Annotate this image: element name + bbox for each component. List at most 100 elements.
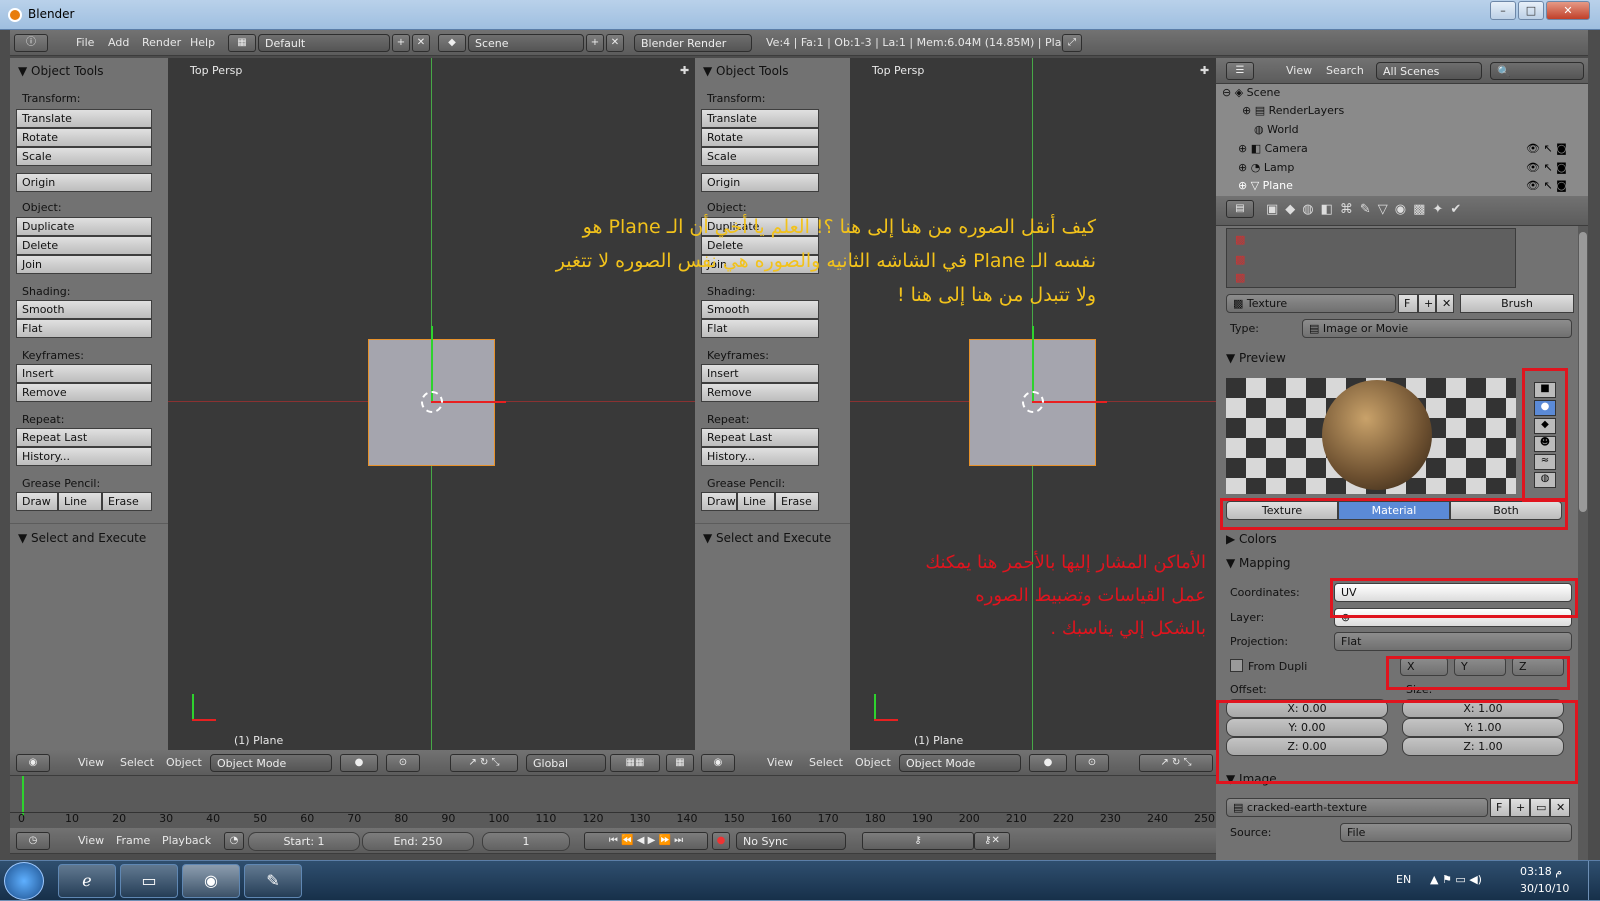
file-explorer-icon[interactable]: ▭: [120, 864, 178, 898]
orientation-dropdown[interactable]: Global: [526, 754, 606, 772]
select-execute-title[interactable]: ▼ Select and Execute: [703, 531, 831, 545]
editor-type-icon[interactable]: ◉: [16, 754, 50, 772]
tools-title[interactable]: ▼ Object Tools: [18, 64, 104, 78]
editor-type-icon[interactable]: ⓘ: [14, 34, 48, 52]
menu-help[interactable]: Help: [190, 36, 215, 49]
from-dupli-checkbox[interactable]: [1230, 659, 1243, 672]
menu-file[interactable]: File: [76, 36, 94, 49]
manipulator-y-arrow[interactable]: [1032, 326, 1034, 401]
outliner-search-input[interactable]: 🔍: [1490, 62, 1584, 80]
translate-button[interactable]: Translate: [16, 109, 152, 128]
playback-controls[interactable]: ⏮ ⏪ ◀ ▶ ⏩ ⏭: [584, 832, 708, 850]
scrollbar-thumb[interactable]: [1579, 232, 1587, 512]
projection-dropdown[interactable]: Flat: [1334, 632, 1572, 651]
mapping-section[interactable]: ▼ Mapping: [1226, 556, 1291, 570]
rotate-button[interactable]: Rotate: [701, 128, 819, 147]
scale-button[interactable]: Scale: [16, 147, 152, 166]
editor-type-icon[interactable]: ◉: [701, 754, 735, 772]
screen-layout-field[interactable]: Default: [258, 34, 390, 52]
clock-date[interactable]: 30/10/10: [1520, 882, 1569, 895]
outliner-item-scene[interactable]: ⊖ ◈ Scene: [1222, 86, 1280, 99]
texture-slot-list[interactable]: ▩ ▩ ▩: [1226, 228, 1516, 288]
shading-dropdown[interactable]: ●: [340, 754, 378, 772]
internet-explorer-icon[interactable]: ℯ: [58, 864, 116, 898]
select-execute-title[interactable]: ▼ Select and Execute: [18, 531, 146, 545]
delete-button[interactable]: Delete: [16, 236, 152, 255]
scene-icon[interactable]: ◆: [438, 34, 466, 52]
view-menu[interactable]: View: [78, 756, 104, 769]
record-icon[interactable]: ●: [712, 832, 730, 850]
pivot-icon[interactable]: ⊙: [1075, 754, 1109, 772]
editor-type-icon[interactable]: ▤: [1226, 200, 1254, 218]
keyframe-icon[interactable]: ◔: [224, 832, 244, 850]
join-button[interactable]: Join: [16, 255, 152, 274]
image-fake-user-button[interactable]: F: [1490, 798, 1510, 817]
flat-button[interactable]: Flat: [16, 319, 152, 338]
close-button[interactable]: ✕: [1546, 1, 1590, 20]
add-scene-button[interactable]: +: [586, 34, 604, 52]
outliner-search-menu[interactable]: Search: [1326, 64, 1364, 77]
timeline-area[interactable]: [10, 776, 1216, 828]
repeat-last-button[interactable]: Repeat Last: [701, 428, 819, 447]
paint-icon[interactable]: ✎: [244, 864, 302, 898]
shading-dropdown[interactable]: ●: [1029, 754, 1067, 772]
draw-button[interactable]: Draw: [701, 492, 737, 511]
fake-user-button[interactable]: F: [1398, 294, 1418, 313]
sync-dropdown[interactable]: No Sync: [736, 832, 846, 850]
render-engine-dropdown[interactable]: Blender Render: [634, 34, 752, 52]
unlink-texture-button[interactable]: ✕: [1436, 294, 1454, 313]
brush-button[interactable]: Brush: [1460, 294, 1574, 313]
preview-section[interactable]: ▼ Preview: [1226, 351, 1286, 365]
viewport-expand-icon[interactable]: ✚: [1200, 64, 1209, 77]
editor-type-icon[interactable]: ◷: [16, 832, 50, 850]
show-desktop-button[interactable]: [1588, 861, 1600, 901]
screen-layout-icon[interactable]: ▦: [228, 34, 256, 52]
image-unlink-button[interactable]: ✕: [1550, 798, 1570, 817]
end-frame-field[interactable]: End: 250: [362, 832, 474, 851]
remove-button[interactable]: Remove: [16, 383, 152, 402]
select-menu[interactable]: Select: [120, 756, 154, 769]
start-frame-field[interactable]: Start: 1: [248, 832, 360, 851]
manipulator-icon[interactable]: ↗ ↻ ⤡: [450, 754, 518, 772]
timeline-view-menu[interactable]: View: [78, 834, 104, 847]
insert-button[interactable]: Insert: [701, 364, 819, 383]
start-button-icon[interactable]: [4, 862, 44, 900]
outliner-item-plane[interactable]: ⊕ ▽ Plane: [1238, 179, 1293, 192]
pivot-icon[interactable]: ⊙: [386, 754, 420, 772]
current-frame-marker[interactable]: [22, 776, 24, 816]
insert-button[interactable]: Insert: [16, 364, 152, 383]
remove-scene-button[interactable]: ✕: [606, 34, 624, 52]
minimize-button[interactable]: –: [1490, 1, 1516, 20]
outliner-item-camera[interactable]: ⊕ ◧ Camera: [1238, 142, 1308, 155]
properties-scrollbar[interactable]: [1578, 226, 1588, 860]
clock-time[interactable]: 03:18 م: [1520, 865, 1562, 878]
origin-button[interactable]: Origin: [16, 173, 152, 192]
eye-icon[interactable]: 👁 ↖ ◙: [1526, 161, 1567, 174]
image-name-field[interactable]: ▤ cracked-earth-texture: [1226, 798, 1488, 817]
manipulator-y-arrow[interactable]: [431, 326, 433, 401]
keying-insert-icon[interactable]: ⚷✕: [974, 832, 1010, 850]
history-button[interactable]: History...: [16, 447, 152, 466]
tools-title-right[interactable]: ▼ Object Tools: [703, 64, 789, 78]
line-button[interactable]: Line: [737, 492, 775, 511]
current-frame-field[interactable]: 1: [482, 832, 570, 851]
timeline-playback-menu[interactable]: Playback: [162, 834, 211, 847]
texture-name-field[interactable]: ▩ Texture: [1226, 294, 1396, 313]
view-menu[interactable]: View: [767, 756, 793, 769]
erase-button[interactable]: Erase: [775, 492, 819, 511]
select-menu[interactable]: Select: [809, 756, 843, 769]
language-indicator[interactable]: EN: [1396, 873, 1411, 886]
image-new-button[interactable]: +: [1510, 798, 1530, 817]
translate-button[interactable]: Translate: [701, 109, 819, 128]
outliner-item-lamp[interactable]: ⊕ ◔ Lamp: [1238, 161, 1294, 174]
editor-type-icon[interactable]: ☰: [1226, 62, 1254, 80]
outliner-view-menu[interactable]: View: [1286, 64, 1312, 77]
object-menu[interactable]: Object: [166, 756, 202, 769]
add-layout-button[interactable]: +: [392, 34, 410, 52]
keying-set-field[interactable]: ⚷: [862, 832, 974, 850]
mode-dropdown[interactable]: Object Mode: [210, 754, 332, 772]
smooth-button[interactable]: Smooth: [16, 300, 152, 319]
viewport-left[interactable]: Top Persp ✚ (1) Plane: [168, 58, 695, 750]
context-tabs-icons[interactable]: ▣◆◍◧⌘✎▽◉▩✦✔: [1266, 202, 1468, 217]
repeat-last-button[interactable]: Repeat Last: [16, 428, 152, 447]
